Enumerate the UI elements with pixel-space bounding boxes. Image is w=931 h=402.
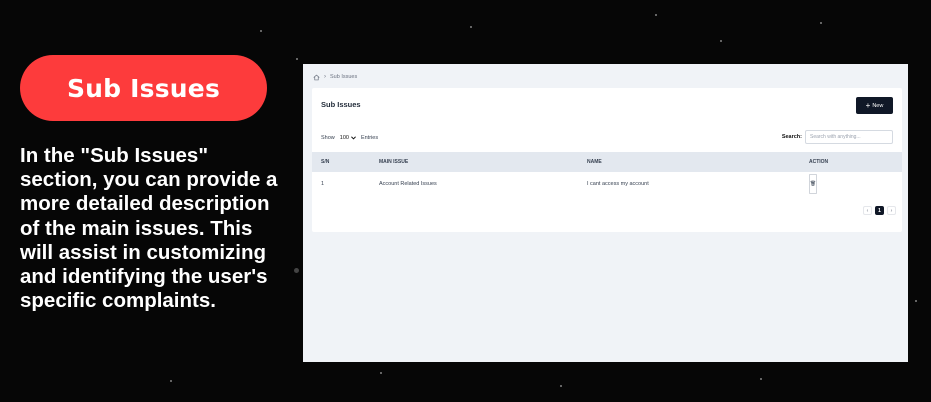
prev-page-button[interactable]: ‹ bbox=[863, 206, 872, 215]
pagination: ‹ 1 › bbox=[863, 205, 896, 216]
page-1-button[interactable]: 1 bbox=[875, 206, 884, 215]
entries-value: 100 bbox=[339, 134, 349, 141]
home-icon[interactable] bbox=[313, 74, 320, 81]
new-button-label: New bbox=[872, 102, 884, 109]
row-name: I cant access my account bbox=[587, 181, 649, 187]
col-main-issue[interactable]: MAIN ISSUE bbox=[379, 152, 408, 172]
plus-icon: + bbox=[865, 100, 871, 110]
entries-suffix: Entries bbox=[360, 134, 379, 141]
search-control: Search: Search with anything... bbox=[782, 130, 893, 144]
entries-control: Show 100 Entries bbox=[321, 132, 378, 143]
app-screenshot: › Sub Issues Sub Issues + New Show 100 E… bbox=[303, 64, 908, 362]
next-page-button[interactable]: › bbox=[887, 206, 896, 215]
table-row: 1 Account Related Issues I cant access m… bbox=[312, 174, 902, 194]
card-title: Sub Issues bbox=[321, 100, 361, 109]
entries-select[interactable]: 100 bbox=[338, 133, 358, 143]
sub-issues-card: Sub Issues + New Show 100 Entries Search… bbox=[312, 88, 902, 232]
show-label: Show bbox=[321, 134, 335, 141]
search-label: Search: bbox=[781, 134, 802, 140]
slide-description: In the "Sub Issues" section, you can pro… bbox=[20, 144, 278, 313]
col-sn[interactable]: S/N bbox=[321, 152, 329, 172]
col-action: ACTION bbox=[809, 159, 829, 165]
slide-title-pill: Sub Issues bbox=[20, 55, 267, 121]
breadcrumb-current[interactable]: Sub Issues bbox=[330, 74, 357, 80]
chevron-down-icon bbox=[351, 135, 356, 139]
delete-icon[interactable]: 🗑 bbox=[809, 174, 817, 194]
breadcrumb: › Sub Issues bbox=[313, 72, 357, 82]
slide-title: Sub Issues bbox=[66, 73, 221, 103]
row-main-issue: Account Related Issues bbox=[379, 181, 437, 187]
breadcrumb-chevron-icon: › bbox=[324, 74, 326, 80]
new-button[interactable]: + New bbox=[856, 97, 893, 114]
col-name[interactable]: NAME bbox=[587, 152, 602, 172]
table-header: S/N MAIN ISSUE NAME ACTION bbox=[312, 152, 902, 172]
row-sn: 1 bbox=[321, 181, 325, 187]
search-input[interactable]: Search with anything... bbox=[805, 130, 893, 144]
